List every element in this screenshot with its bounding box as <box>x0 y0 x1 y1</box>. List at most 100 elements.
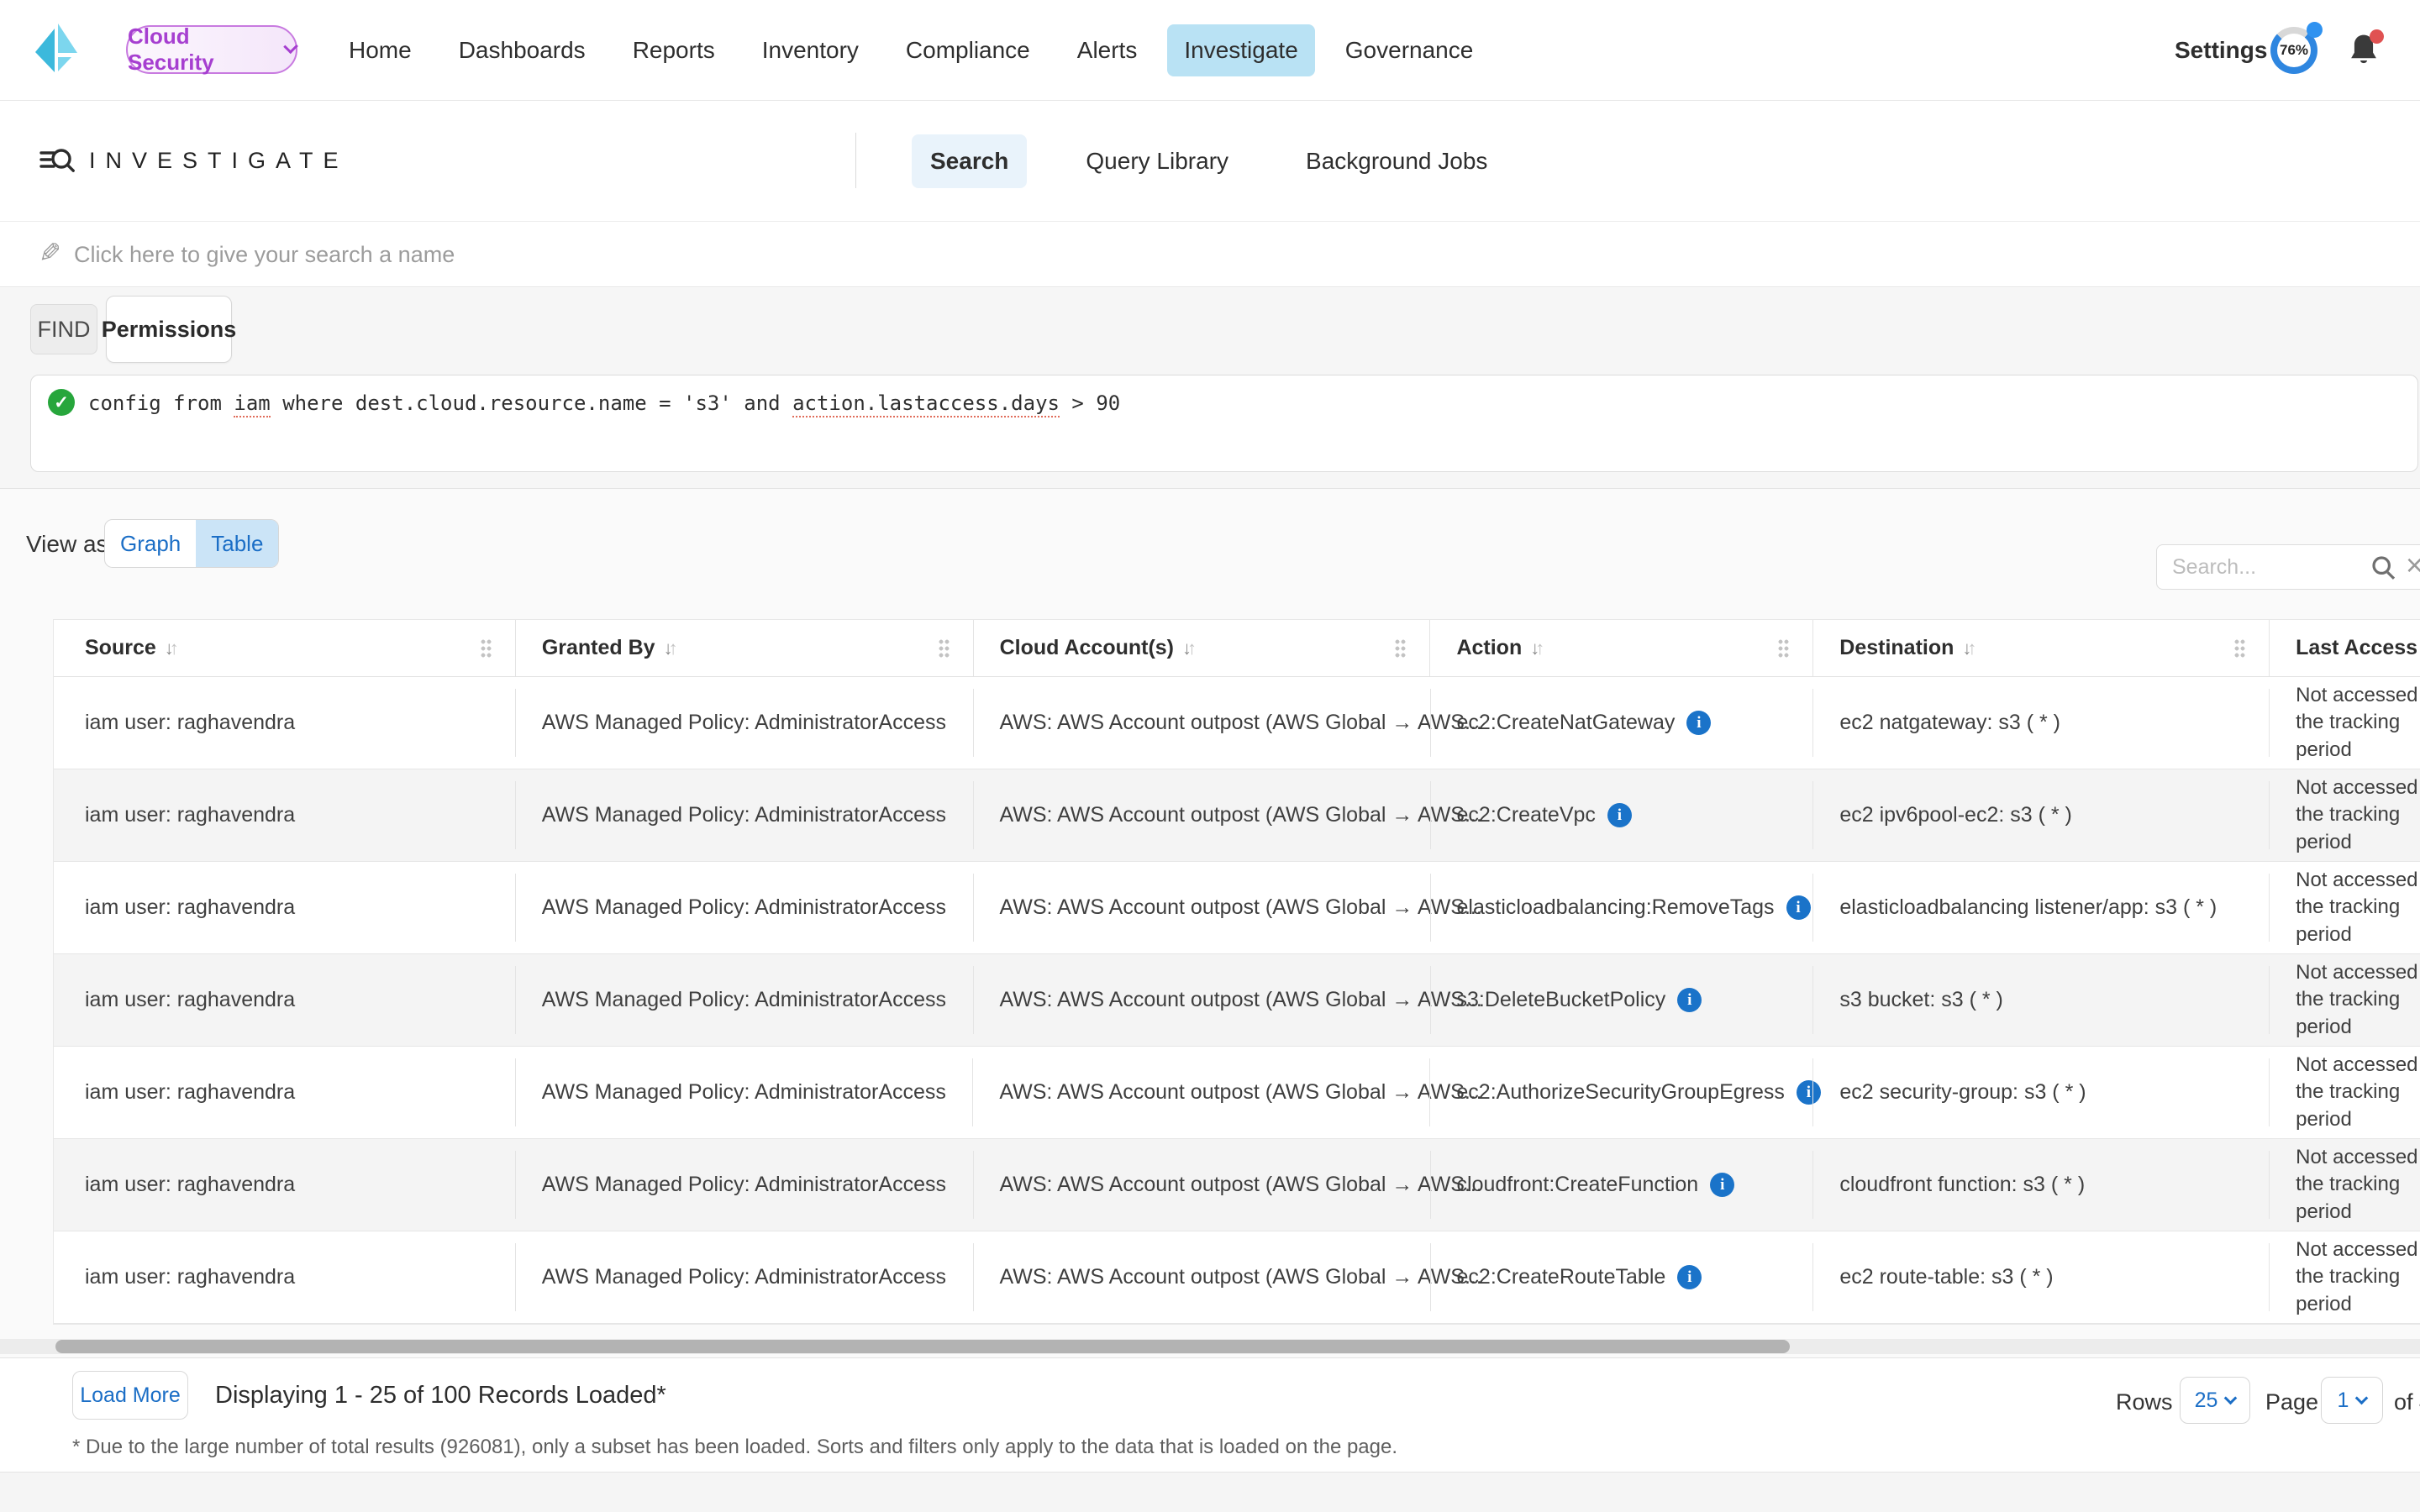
info-icon[interactable]: i <box>1607 803 1632 827</box>
cell-source: iam user: raghavendra <box>54 1047 515 1138</box>
nav-item-dashboards[interactable]: Dashboards <box>442 24 602 76</box>
page-select[interactable]: 1 <box>2321 1377 2383 1424</box>
capacity-ring[interactable]: 76% <box>2270 27 2317 74</box>
cell-last-access: Not accessed in the tracking period <box>2269 677 2420 769</box>
search-name-field[interactable]: ✎ Click here to give your search a name <box>0 221 2420 287</box>
column-drag-handle[interactable] <box>939 638 950 659</box>
divider <box>855 133 856 188</box>
cell-source: iam user: raghavendra <box>54 1231 515 1323</box>
cell-cloud-accounts: AWS: AWS Account outpost (AWS Global → A… <box>973 862 1430 953</box>
notifications-bell-icon[interactable] <box>2348 32 2380 71</box>
tab-search[interactable]: Search <box>912 134 1027 188</box>
load-more-button[interactable]: Load More <box>72 1371 188 1420</box>
sort-icon: ↓↑ <box>165 638 175 659</box>
tab-permissions[interactable]: Permissions <box>106 296 232 363</box>
chevron-down-icon <box>2355 1391 2369 1404</box>
capacity-badge-dot <box>2307 22 2323 38</box>
cell-destination: ec2 natgateway: s3 ( * ) <box>1812 677 2269 769</box>
column-drag-handle[interactable] <box>1778 638 1789 659</box>
search-icon <box>2370 554 2397 585</box>
table-row: iam user: raghavendra AWS Managed Policy… <box>54 1139 2420 1231</box>
page-value: 1 <box>2338 1389 2349 1413</box>
column-header-source[interactable]: Source ↓↑ <box>54 620 515 676</box>
cell-cloud-accounts: AWS: AWS Account outpost (AWS Global → A… <box>973 954 1430 1046</box>
column-header-action[interactable]: Action ↓↑ <box>1429 620 1812 676</box>
query-valid-check-icon: ✓ <box>48 389 75 416</box>
cell-last-access: Not accessed in the tracking period <box>2269 1231 2420 1323</box>
cell-granted-by: AWS Managed Policy: AdministratorAccess <box>515 769 973 861</box>
table-row: iam user: raghavendra AWS Managed Policy… <box>54 1047 2420 1139</box>
page-count-text: of 4 <box>2394 1389 2420 1415</box>
search-name-placeholder: Click here to give your search a name <box>74 242 455 268</box>
info-icon[interactable]: i <box>1677 1265 1702 1289</box>
horizontal-scrollbar-track <box>0 1339 2420 1354</box>
cell-action: ec2:CreateNatGatewayi <box>1430 677 1813 769</box>
cell-cloud-accounts: AWS: AWS Account outpost (AWS Global → A… <box>973 677 1430 769</box>
view-toggle-table[interactable]: Table <box>196 520 278 567</box>
cell-action: s3:DeleteBucketPolicyi <box>1430 954 1813 1046</box>
cell-source: iam user: raghavendra <box>54 769 515 861</box>
cell-granted-by: AWS Managed Policy: AdministratorAccess <box>515 1231 973 1323</box>
table-search-input[interactable] <box>2172 550 2365 584</box>
settings-button[interactable]: Settings <box>2175 37 2267 64</box>
cell-action: ec2:AuthorizeSecurityGroupEgressi <box>1429 1047 1812 1138</box>
investigate-search-list-icon <box>39 144 76 181</box>
chevron-down-icon <box>283 39 298 55</box>
table-search-box: × <box>2156 544 2420 590</box>
info-icon[interactable]: i <box>1686 711 1711 735</box>
column-header-cloud-accounts[interactable]: Cloud Account(s) ↓↑ <box>973 620 1430 676</box>
column-drag-handle[interactable] <box>481 638 492 659</box>
nav-item-compliance[interactable]: Compliance <box>889 24 1047 76</box>
cell-destination: cloudfront function: s3 ( * ) <box>1812 1139 2269 1231</box>
cell-source: iam user: raghavendra <box>54 677 515 769</box>
cell-source: iam user: raghavendra <box>54 954 515 1046</box>
table-row: iam user: raghavendra AWS Managed Policy… <box>54 769 2420 862</box>
results-table: Source ↓↑ Granted By ↓↑ Cloud Account(s)… <box>0 619 2420 1326</box>
cell-last-access: Not accessed in the tracking period <box>2269 769 2420 861</box>
cell-cloud-accounts: AWS: AWS Account outpost (AWS Global → A… <box>972 1047 1429 1138</box>
nav-item-investigate[interactable]: Investigate <box>1167 24 1314 76</box>
column-drag-handle[interactable] <box>1395 638 1406 659</box>
investigate-header: INVESTIGATE Search Query Library Backgro… <box>0 101 2420 221</box>
cell-destination: ec2 route-table: s3 ( * ) <box>1812 1231 2269 1323</box>
cell-last-access: Not accessed in the tracking period <box>2269 954 2420 1046</box>
nav-item-inventory[interactable]: Inventory <box>745 24 876 76</box>
rows-per-page-select[interactable]: 25 <box>2180 1377 2250 1424</box>
tab-background-jobs[interactable]: Background Jobs <box>1287 134 1506 188</box>
column-header-last-access[interactable]: Last Access ↓↑ <box>2269 620 2420 676</box>
column-header-destination[interactable]: Destination ↓↑ <box>1812 620 2269 676</box>
nav-item-governance[interactable]: Governance <box>1328 24 1491 76</box>
clear-search-icon[interactable]: × <box>2406 548 2420 583</box>
records-displayed-text: Displaying 1 - 25 of 100 Records Loaded* <box>215 1382 666 1410</box>
column-drag-handle[interactable] <box>2234 638 2245 659</box>
column-header-granted-by[interactable]: Granted By ↓↑ <box>515 620 973 676</box>
view-as-label: View as <box>26 531 108 558</box>
edit-pencil-icon: ✎ <box>39 237 61 269</box>
product-switcher[interactable]: Cloud Security <box>126 25 297 74</box>
cell-cloud-accounts: AWS: AWS Account outpost (AWS Global → A… <box>973 1231 1430 1323</box>
cell-last-access: Not accessed in the tracking period <box>2269 862 2420 953</box>
horizontal-scrollbar-thumb[interactable] <box>55 1340 1790 1353</box>
tab-query-library[interactable]: Query Library <box>1067 134 1247 188</box>
nav-item-alerts[interactable]: Alerts <box>1060 24 1155 76</box>
cell-action: ec2:CreateVpci <box>1430 769 1813 861</box>
product-switcher-label: Cloud Security <box>128 24 274 76</box>
table-row: iam user: raghavendra AWS Managed Policy… <box>54 677 2420 769</box>
info-icon[interactable]: i <box>1710 1173 1734 1197</box>
query-editor[interactable]: ✓ config from iam where dest.cloud.resou… <box>30 375 2418 472</box>
rows-label: Rows <box>2116 1389 2173 1415</box>
nav-item-reports[interactable]: Reports <box>616 24 732 76</box>
nav-item-home[interactable]: Home <box>332 24 429 76</box>
sort-icon: ↓↑ <box>1530 638 1540 659</box>
table-body: iam user: raghavendra AWS Managed Policy… <box>54 677 2420 1324</box>
page-label: Page <box>2265 1389 2318 1415</box>
capacity-percent: 76% <box>2277 34 2311 67</box>
cell-action: ec2:CreateRouteTablei <box>1430 1231 1813 1323</box>
info-icon[interactable]: i <box>1677 988 1702 1012</box>
sort-icon: ↓↑ <box>1182 638 1192 659</box>
cell-source: iam user: raghavendra <box>54 862 515 953</box>
cell-action: cloudfront:CreateFunctioni <box>1430 1139 1813 1231</box>
view-toggle-graph[interactable]: Graph <box>105 520 196 567</box>
info-icon[interactable]: i <box>1786 895 1811 920</box>
cell-destination: ec2 security-group: s3 ( * ) <box>1812 1047 2269 1138</box>
